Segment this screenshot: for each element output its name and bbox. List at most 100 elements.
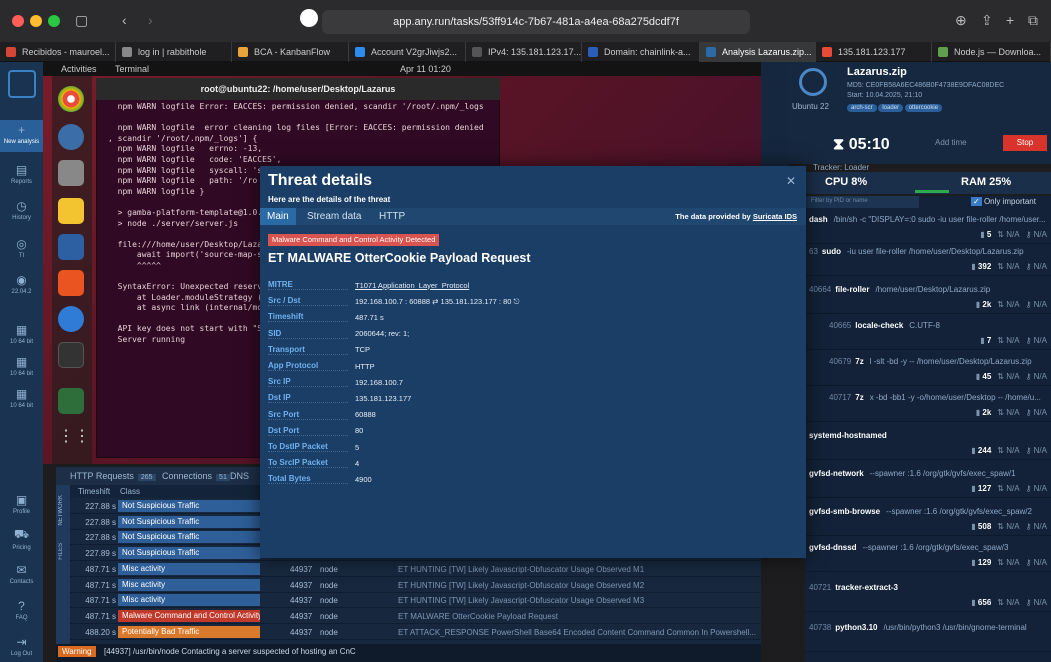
back-icon[interactable]: ‹ (122, 12, 127, 28)
sidebar-toggle-icon[interactable]: ▢ (75, 12, 88, 29)
extension-icon[interactable] (300, 9, 318, 27)
download-icon[interactable]: ⊕ (955, 12, 967, 29)
table-row[interactable]: 488.20 s Potentially Bad Traffic 44937 node… (70, 625, 761, 640)
nav-item[interactable]: ◎ TI (0, 234, 43, 262)
col-timeshift[interactable]: Timeshift (78, 487, 110, 496)
provider-prefix: The data provided by (675, 212, 753, 221)
thunderbird-icon[interactable] (58, 124, 84, 150)
process-filter-input[interactable]: Filter by PID or name (805, 196, 919, 208)
process-item[interactable]: 40664 file-roller/home/user/Desktop/Lazar… (805, 282, 1051, 314)
files-icon[interactable] (58, 160, 84, 186)
cell-t: 227.88 s (85, 517, 116, 527)
cell-msg: ET HUNTING [TW] Likely Javascript-Obfusc… (398, 564, 645, 574)
zoom-window-button[interactable] (48, 15, 60, 27)
process-item[interactable]: gvfsd-smb-browse --spawner :1.6 /org/gtk/… (805, 504, 1051, 536)
process-item[interactable]: 40721 tracker-extract-3 ▮ 656 ⇅ N/A ⚷ N/A (805, 580, 1051, 612)
browser-tab[interactable]: Node.js — Downloa... (932, 42, 1051, 62)
rhythmbox-icon[interactable] (58, 198, 84, 224)
tab-http[interactable]: HTTP (372, 208, 412, 225)
process-item[interactable]: 40738 python3.10/usr/bin/python3 /usr/bin… (805, 620, 1051, 652)
app-center-icon[interactable] (58, 270, 84, 296)
nav-item[interactable]: ▣ Profile (0, 490, 43, 518)
process-net-count: N/A (1006, 230, 1020, 239)
browser-tab[interactable]: Analysis Lazarus.zip... (700, 42, 816, 62)
nav-item[interactable]: ? FAQ (0, 596, 43, 624)
forward-icon[interactable]: › (148, 12, 153, 28)
detail-leader (268, 451, 348, 452)
tag[interactable]: arch-scr (847, 104, 877, 112)
nav-item[interactable]: ▦ 10 64 bit (0, 320, 43, 348)
add-time-button[interactable]: Add time (935, 138, 967, 147)
tab-main[interactable]: Main (260, 208, 296, 225)
table-row[interactable]: 487.71 s Malware Command and Control Acti… (70, 609, 761, 624)
net-icon: ⇅ (997, 484, 1007, 493)
process-item[interactable]: gvfsd-network --spawner :1.6 /org/gtk/gvf… (805, 466, 1051, 498)
nav-item[interactable]: ▦ 10 64 bit (0, 384, 43, 412)
nav-item[interactable]: ▦ 10 64 bit (0, 352, 43, 380)
suricata-link[interactable]: Suricata IDS (753, 212, 797, 221)
mitre-link[interactable]: T1071 Application_Layer_Protocol (355, 281, 469, 290)
nav-item[interactable]: ◷ History (0, 196, 43, 224)
network-tab[interactable]: DNS (230, 471, 249, 481)
url-bar[interactable]: app.any.run/tasks/53ff914c-7b67-481a-a4e… (322, 10, 750, 34)
tag[interactable]: ottercookie (904, 104, 943, 112)
chrome-icon[interactable] (58, 86, 84, 112)
process-item[interactable]: 40665 locale-check C.UTF-8 ▮ 7 ⇅ N/A ⚷ N/A (805, 318, 1051, 350)
net-icon: ⇅ (997, 372, 1007, 381)
share-icon[interactable]: ⇪ (981, 12, 993, 29)
tag[interactable]: loader (878, 104, 904, 112)
terminal-icon[interactable] (58, 342, 84, 368)
new-tab-icon[interactable]: + (1006, 12, 1014, 28)
process-item[interactable]: 40679 7z l -slt -bd -y -- /home/user/Deskt… (805, 354, 1051, 386)
process-item[interactable]: 63 sudo -iu user file-roller /home/user/De… (805, 244, 1051, 276)
nav-item[interactable]: ⇥ Log Out (0, 632, 43, 660)
nav-item[interactable]: ▤ Reports (0, 160, 43, 188)
tab-stream-data[interactable]: Stream data (300, 208, 368, 225)
cpu-bar (915, 190, 949, 193)
process-item[interactable]: gvfsd-dnssd --spawner :1.6 /org/gtk/gvfs/… (805, 540, 1051, 572)
network-side-tab[interactable]: NETWORK (58, 495, 64, 526)
activities-button[interactable]: Activities (61, 64, 97, 74)
browser-tab[interactable]: Domain: chainlink-a... (582, 42, 700, 62)
browser-tab[interactable]: 135.181.123.177 (816, 42, 932, 62)
detail-value: 192.168.100.7 (355, 377, 403, 387)
network-tab[interactable]: Connections 51 (162, 471, 230, 481)
process-item[interactable]: dash/bin/sh -c "DISPLAY=:0 sudo -iu user… (805, 212, 1051, 244)
close-window-button[interactable] (12, 15, 24, 27)
nav-item[interactable]: + New analysis (0, 120, 43, 152)
detail-leader (268, 434, 348, 436)
cell-pid: 44937 (290, 580, 313, 590)
table-row[interactable]: 487.71 s Misc activity 44937 node ET HUNTING… (70, 593, 761, 609)
show-apps-icon[interactable]: ⋮⋮ (58, 426, 90, 452)
timer: ⧗ 05:10 (833, 136, 890, 153)
browser-tab[interactable]: Recibidos - mauroel... (0, 42, 116, 62)
favicon-icon (122, 47, 132, 57)
only-important-toggle[interactable]: ✓ Only important (971, 197, 1036, 206)
process-item[interactable]: systemd-hostnamed ▮ 244 ⇅ N/A ⚷ N/A (805, 428, 1051, 460)
nav-item[interactable]: ✉ Contacts (0, 560, 43, 588)
minimize-window-button[interactable] (30, 15, 42, 27)
process-item[interactable]: 40717 7z x -bd -bb1 -y -o/home/user/Deskto… (805, 390, 1051, 422)
warning-text[interactable]: [44937] /usr/bin/node Contacting a serve… (104, 647, 356, 656)
writer-icon[interactable] (58, 234, 84, 260)
close-icon[interactable]: ✕ (786, 174, 796, 188)
tab-overview-icon[interactable]: ⧉ (1028, 12, 1038, 29)
network-tab[interactable]: HTTP Requests 265 (70, 471, 156, 481)
process-header: 40721 tracker-extract-3 (809, 580, 1051, 592)
help-icon: ? (18, 599, 25, 613)
table-row[interactable]: 487.71 s Misc activity 44937 node ET HUNTING… (70, 562, 761, 577)
browser-tab[interactable]: log in | rabbithole (116, 42, 232, 62)
nav-item[interactable]: ⛟ Pricing (0, 524, 43, 552)
help-app-icon[interactable] (58, 306, 84, 332)
table-row[interactable]: 487.71 s Misc activity 44937 node ET HUNTING… (70, 578, 761, 593)
browser-tab[interactable]: Account V2grJiwjs2... (349, 42, 466, 62)
col-class[interactable]: Class (120, 487, 140, 496)
detail-label: Src / Dst (268, 296, 301, 306)
stop-button[interactable]: Stop (1003, 135, 1047, 151)
nav-item[interactable]: ◉ 22.04.2 (0, 270, 43, 298)
terminal-app-menu[interactable]: Terminal (115, 64, 149, 74)
files-side-tab[interactable]: FILES (58, 543, 64, 560)
browser-tab[interactable]: IPv4: 135.181.123.17... (466, 42, 582, 62)
trash-icon[interactable] (58, 388, 84, 414)
browser-tab[interactable]: BCA - KanbanFlow (232, 42, 349, 62)
